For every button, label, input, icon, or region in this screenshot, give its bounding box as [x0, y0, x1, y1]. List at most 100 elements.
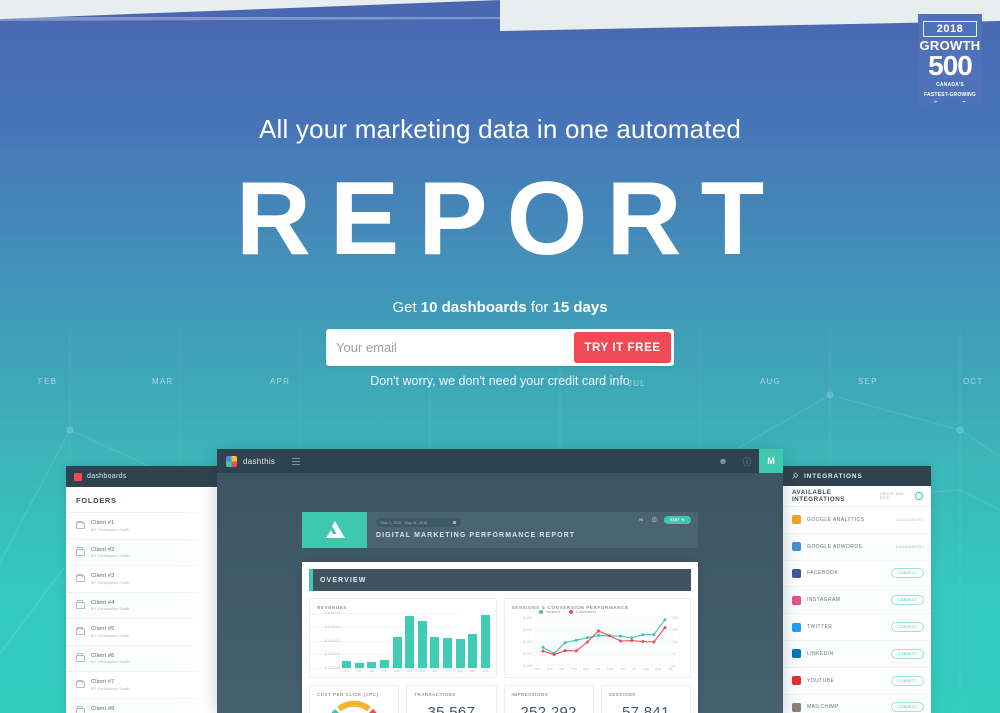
folder-icon: [76, 573, 85, 583]
connect-button[interactable]: CONNECT: [890, 622, 924, 633]
try-it-free-button[interactable]: TRY IT FREE: [574, 332, 671, 363]
folders-panel: dashboards FOLDERS Client #1 BY Christoph…: [66, 466, 220, 713]
y-axis-tick-label: $ 5,200.00: [324, 611, 340, 615]
data-point: [651, 633, 655, 637]
bar: [342, 660, 351, 668]
y-axis-tick-label: $ 2,000.00: [324, 666, 340, 670]
y-axis-left-tick-label: 30,000: [522, 652, 533, 656]
date-range-selector[interactable]: May 1, 2018 - May 31, 2018: [376, 518, 461, 527]
folder-name: Client #6: [91, 652, 115, 659]
edit-button[interactable]: EDIT ✎: [664, 516, 691, 524]
integration-list-item[interactable]: TWITTER CONNECT: [783, 614, 931, 641]
x-axis-tick-label: May: [419, 669, 426, 673]
connect-button[interactable]: CONNECT: [890, 648, 924, 659]
offer-prefix: Get: [392, 299, 421, 316]
folder-name: Client #1: [91, 520, 115, 526]
x-axis-tick-label: Jan: [559, 667, 565, 671]
integrations-panel: INTEGRATIONS AVAILABLE INTEGRATIONS ORDE…: [783, 466, 931, 713]
data-point: [585, 640, 589, 644]
folder-name: Client #2: [91, 546, 115, 553]
user-avatar[interactable]: M: [759, 449, 783, 473]
integration-list-item[interactable]: LINKEDIN CONNECT: [783, 640, 931, 668]
connect-button[interactable]: CONNECT: [890, 595, 924, 606]
x-axis-tick-label: Dec: [356, 669, 362, 673]
email-input[interactable]: [336, 331, 574, 364]
integration-list-item[interactable]: GOOGLE ADWORDS 2 ACCOUNTS ›: [783, 533, 931, 561]
available-integrations-label: AVAILABLE INTEGRATIONS: [792, 489, 845, 503]
folder-text: Client #7 BY Christopher Smith: [91, 679, 129, 691]
x-axis-tick-label: Dec: [546, 667, 553, 671]
hamburger-menu-icon[interactable]: [292, 457, 301, 465]
app-topbar: dashthis ☻ ⓘ M: [217, 449, 783, 473]
integration-list-item[interactable]: GOOGLE ANALYTICS 2 ACCOUNTS ›: [783, 507, 931, 534]
help-circle-icon[interactable]: ⓘ: [735, 449, 759, 473]
folder-text: Client #5 BY Christopher Smith: [91, 626, 129, 638]
charts-row: REVENUES $ 5,200.00 $ 4,400.00 $ 3,600.00 $…: [302, 591, 698, 685]
integrations-order-label: ORDER: ADD DATE: [879, 492, 905, 500]
available-integrations-header: AVAILABLE INTEGRATIONS ORDER: ADD DATE: [783, 486, 931, 507]
connect-button[interactable]: CONNECT: [890, 568, 924, 579]
report-actions: ❧ ⚙ EDIT ✎: [638, 516, 691, 524]
hero-subheading: All your marketing data in one automated: [258, 114, 742, 144]
bar: [468, 634, 478, 668]
bar: [417, 620, 427, 668]
data-point: [651, 640, 655, 644]
dashthis-logo-icon: [74, 472, 82, 481]
folder-name: Client #5: [91, 626, 115, 632]
connect-button[interactable]: CONNECT: [890, 675, 924, 686]
refresh-icon[interactable]: [915, 492, 923, 500]
gear-icon[interactable]: ⚙: [651, 516, 657, 524]
integration-name: TWITTER: [807, 624, 833, 631]
data-point: [563, 641, 567, 645]
kpi-card: IMPRESSIONS 252,292: [503, 685, 594, 713]
folder-name: Client #8: [91, 705, 115, 712]
integration-list-item[interactable]: FACEBOOK CONNECT: [783, 561, 931, 588]
line-series-conversions: [542, 627, 665, 656]
bar: [443, 638, 452, 668]
sessions-chart-title: SESSIONS & CONVERSION PERFORMANCE: [511, 605, 629, 610]
data-point: [596, 633, 600, 637]
folder-text: Client #2 BY Christopher Smith: [91, 547, 129, 559]
integration-accounts-count[interactable]: 2 ACCOUNTS ›: [896, 518, 924, 522]
y-axis-tick-label: $ 2,800.00: [324, 652, 340, 657]
x-axis-tick-label: Jun: [432, 669, 438, 673]
bell-notification-icon[interactable]: ☻: [711, 449, 735, 473]
data-point: [552, 653, 556, 656]
folders-panel-title: dashboards: [87, 473, 127, 480]
x-axis-tick-label: Jan: [369, 669, 375, 673]
youtube-icon: [792, 676, 801, 686]
x-axis-tick-label: Aug: [642, 667, 649, 671]
integration-list-item[interactable]: INSTAGRAM CONNECT: [783, 587, 931, 615]
folder-name: Client #7: [91, 679, 115, 685]
chevron-down-icon: [453, 521, 456, 524]
folder-icon: [76, 600, 85, 609]
cpc-gauge-icon: [331, 700, 377, 713]
hero-offer-text: Get 10 dashboards for 15 days: [0, 299, 1000, 316]
signup-form: TRY IT FREE: [326, 329, 674, 366]
integration-list-item[interactable]: YOUTUBE CONNECT: [783, 668, 931, 695]
data-point: [541, 645, 544, 649]
integrations-panel-titlebar: INTEGRATIONS: [783, 466, 931, 486]
integrations-order-control[interactable]: ORDER: ADD DATE: [880, 492, 923, 500]
bar: [405, 616, 415, 668]
integration-name: FACEBOOK: [807, 570, 839, 577]
folder-author: BY Christopher Smith: [91, 686, 130, 691]
hero-title: REPORT: [235, 161, 784, 277]
x-axis-tick-label: Feb: [381, 669, 388, 673]
offer-mid: for: [526, 299, 553, 316]
facebook-icon: [792, 568, 801, 578]
x-axis-tick-label: Jul: [631, 667, 636, 671]
connect-button[interactable]: CONNECT: [890, 702, 924, 713]
data-point: [629, 636, 633, 640]
integration-list-item[interactable]: MAILCHIMP CONNECT: [783, 694, 931, 713]
revenues-chart-widget: REVENUES $ 5,200.00 $ 4,400.00 $ 3,600.00 $…: [309, 598, 497, 678]
integration-accounts-count[interactable]: 2 ACCOUNTS ›: [896, 545, 924, 549]
linkedin-icon: [792, 649, 801, 659]
kpi-card: SESSIONS 57,841: [600, 685, 691, 713]
x-axis-tick-label: Sep: [469, 669, 476, 673]
share-icon[interactable]: ❧: [638, 516, 644, 524]
kpi-row: COST PER CLICK (CPC) TRANSACTIONS 35,567 IM…: [302, 685, 698, 713]
folder-icon: [76, 626, 85, 636]
bar: [354, 663, 364, 668]
overview-label: OVERVIEW: [320, 576, 367, 584]
